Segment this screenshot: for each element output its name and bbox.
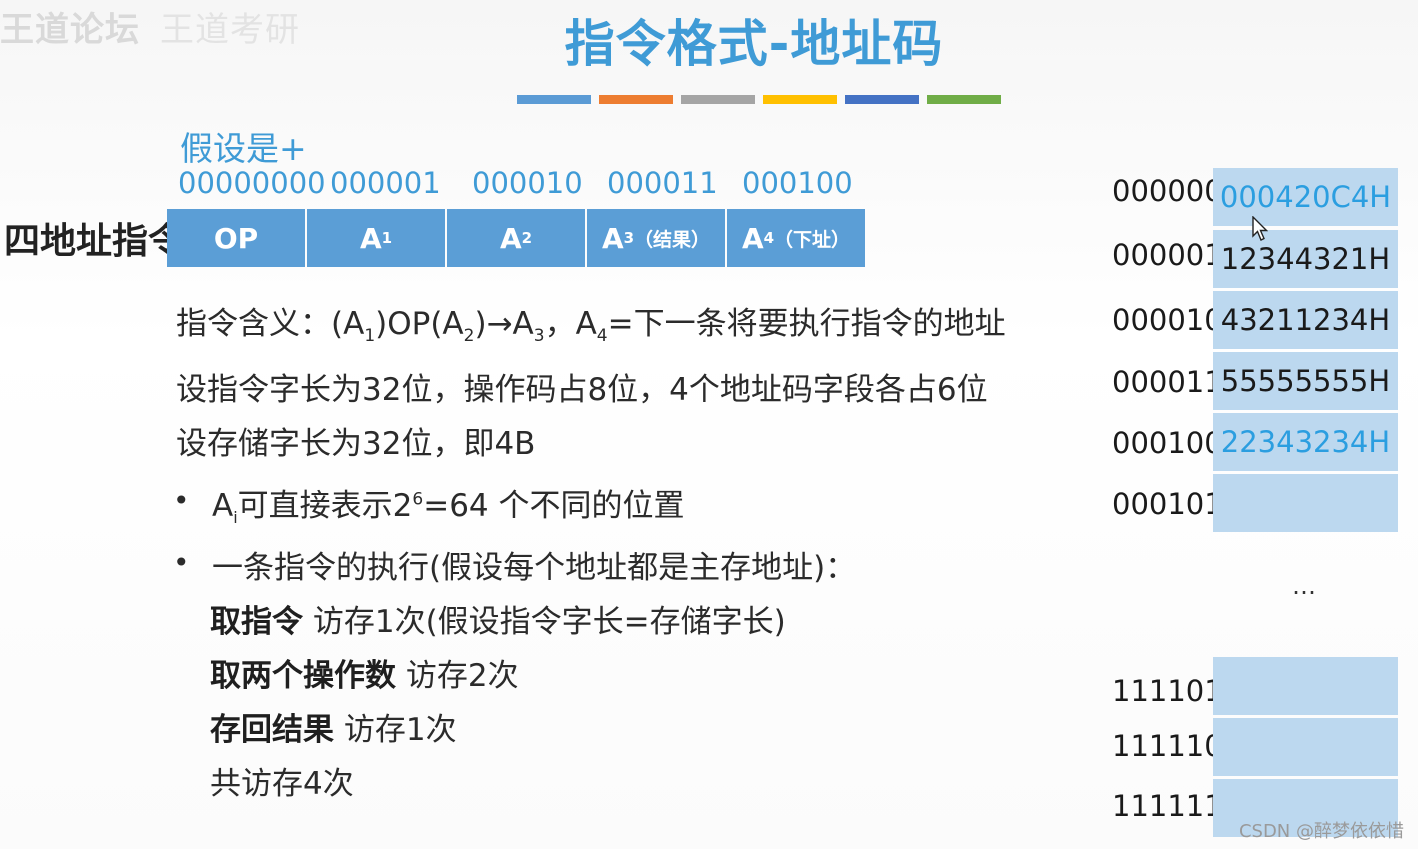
address-range-line: Ai可直接表示26=64 个不同的位置 xyxy=(212,480,685,527)
field-a3: A 3 （结果） xyxy=(587,209,725,267)
field-a4: A 4 （下址） xyxy=(727,209,865,267)
field-a2-main: A xyxy=(499,221,522,255)
ai-mid: 可直接表示2 xyxy=(237,488,413,524)
field-a3-main: A xyxy=(601,221,624,255)
mouse-cursor-icon xyxy=(1252,216,1268,241)
fetch-operands-line: 取两个操作数 访存2次 xyxy=(210,650,519,695)
bullet-dot-1: • xyxy=(173,484,190,517)
execution-line: 一条指令的执行(假设每个地址都是主存地址)： xyxy=(212,550,857,586)
store-result-line: 存回结果 访存1次 xyxy=(210,704,457,749)
memory-ellipsis: … xyxy=(1292,572,1316,600)
mem-address: 000000 xyxy=(1112,174,1223,208)
operand-rest: 访存2次 xyxy=(396,658,519,694)
mem-address: 000001 xyxy=(1112,238,1223,272)
bullet-dot-2: • xyxy=(173,546,190,579)
color-bar xyxy=(845,95,919,104)
mem-address: 000100 xyxy=(1112,426,1223,460)
mem-cell: 12344321H xyxy=(1213,230,1398,288)
mem-address: 111101 xyxy=(1112,674,1223,708)
mem-address: 000101 xyxy=(1112,487,1223,521)
color-bar xyxy=(517,95,591,104)
operand-bold: 取两个操作数 xyxy=(210,658,396,694)
field-op-text: OP xyxy=(213,221,259,255)
memory-word-length: 设存储字长为32位，即4B xyxy=(176,426,536,462)
ai-sup: 6 xyxy=(412,489,424,510)
slide-title: 指令格式-地址码 xyxy=(564,15,944,73)
color-bar xyxy=(927,95,1001,104)
ai-letter: A xyxy=(212,488,234,524)
field-op: OP xyxy=(167,209,305,267)
mem-address: 111110 xyxy=(1112,729,1223,763)
field-address-op: 00000000 xyxy=(178,166,326,200)
field-a3-sub: 3 xyxy=(623,229,635,247)
four-address-instruction-label: 四地址指令 xyxy=(4,221,185,262)
field-a3-note: （结果） xyxy=(634,228,711,251)
meaning-rest: 下一条将要执行指令的地址 xyxy=(633,306,1006,342)
mem-address: 000011 xyxy=(1112,365,1223,399)
total-access-line: 共访存4次 xyxy=(210,766,354,802)
mem-cell: 55555555H xyxy=(1213,352,1398,410)
csdn-watermark: CSDN @醉梦依依惜 xyxy=(1238,821,1404,842)
field-a1-main: A xyxy=(359,221,382,255)
decorative-color-bars xyxy=(517,95,1001,104)
fetch-instruction-line: 取指令 访存1次(假设指令字长=存储字长) xyxy=(210,596,786,641)
field-a1: A1 xyxy=(307,209,445,267)
instruction-fields: OP A1 A2 A 3 （结果） A 4 （下址） xyxy=(167,209,865,267)
field-a2: A2 xyxy=(447,209,585,267)
instruction-meaning: 指令含义：(A1)OP(A2)→A3，A4=下一条将要执行指令的地址 xyxy=(176,306,1006,347)
color-bar xyxy=(681,95,755,104)
field-address-a2: 000010 xyxy=(472,166,583,200)
field-address-a1: 000001 xyxy=(330,166,441,200)
field-address-a3: 000011 xyxy=(607,166,718,200)
fetch-bold: 取指令 xyxy=(210,604,303,640)
mem-address: 111111 xyxy=(1112,789,1223,823)
fetch-rest: 访存1次(假设指令字长=存储字长) xyxy=(303,604,786,640)
field-a2-sub: 2 xyxy=(521,229,533,247)
ai-post: =64 个不同的位置 xyxy=(423,488,685,524)
color-bar xyxy=(599,95,673,104)
mem-cell xyxy=(1213,657,1398,715)
meaning-prefix: 指令含义：(A xyxy=(176,306,365,342)
mem-cell: 43211234H xyxy=(1213,291,1398,349)
field-address-a4: 000100 xyxy=(742,166,853,200)
field-a4-note: （下址） xyxy=(774,228,851,251)
field-a4-main: A xyxy=(741,221,764,255)
mem-cell: 22343234H xyxy=(1213,413,1398,471)
mem-address: 000010 xyxy=(1112,303,1223,337)
mem-cell: 000420C4H xyxy=(1213,168,1398,226)
color-bar xyxy=(763,95,837,104)
store-rest: 访存1次 xyxy=(334,712,457,748)
mem-cell xyxy=(1213,474,1398,532)
store-bold: 存回结果 xyxy=(210,712,334,748)
instruction-word-length: 设指令字长为32位，操作码占8位，4个地址码字段各占6位 xyxy=(176,372,988,408)
field-a1-sub: 1 xyxy=(381,229,393,247)
field-a4-sub: 4 xyxy=(763,229,775,247)
mem-cell xyxy=(1213,718,1398,776)
assume-label: 假设是+ xyxy=(180,129,307,168)
